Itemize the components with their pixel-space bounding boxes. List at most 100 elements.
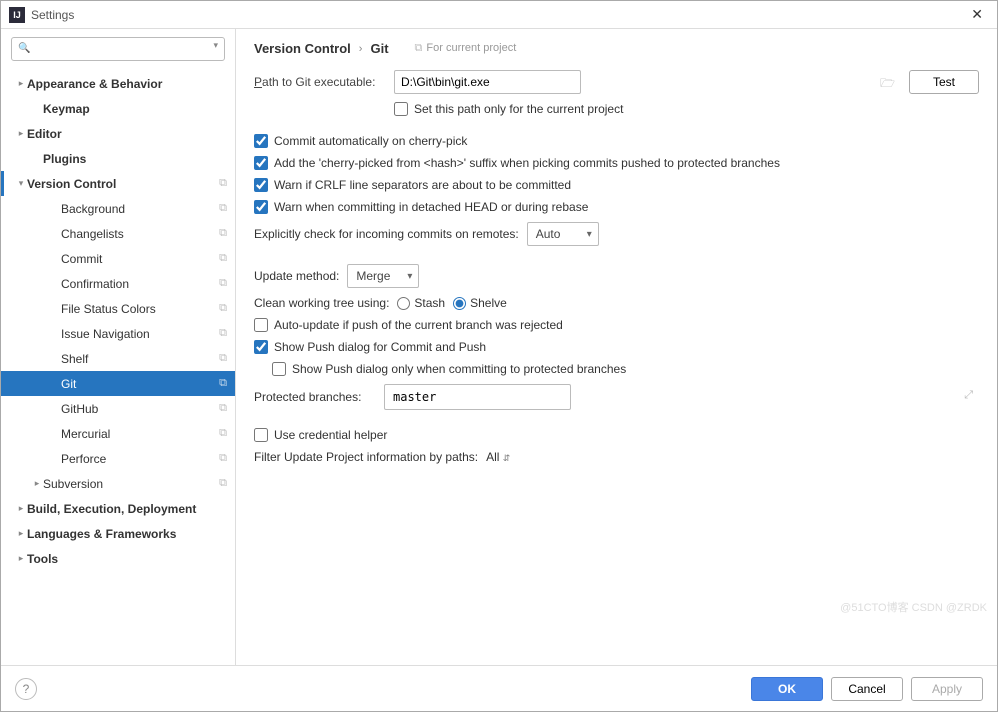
use-credential-checkbox[interactable]: Use credential helper <box>254 428 387 442</box>
sidebar-item-tools[interactable]: ▸Tools <box>1 546 235 571</box>
sidebar-item-label: Appearance & Behavior <box>27 77 227 91</box>
sidebar-item-appearance-behavior[interactable]: ▸Appearance & Behavior <box>1 71 235 96</box>
crumb-version-control[interactable]: Version Control <box>254 41 351 56</box>
sidebar-item-mercurial[interactable]: Mercurial⧉ <box>1 421 235 446</box>
app-icon: IJ <box>9 7 25 23</box>
close-icon[interactable]: ✕ <box>965 4 989 25</box>
sidebar-item-perforce[interactable]: Perforce⧉ <box>1 446 235 471</box>
sidebar-item-background[interactable]: Background⧉ <box>1 196 235 221</box>
copy-icon: ⧉ <box>219 402 227 415</box>
copy-icon: ⧉ <box>219 327 227 340</box>
sidebar-item-plugins[interactable]: Plugins <box>1 146 235 171</box>
copy-icon: ⧉ <box>219 227 227 240</box>
sidebar-item-confirmation[interactable]: Confirmation⧉ <box>1 271 235 296</box>
sidebar-item-label: Languages & Frameworks <box>27 527 227 541</box>
sidebar-item-build-execution-deployment[interactable]: ▸Build, Execution, Deployment <box>1 496 235 521</box>
sidebar: ▾ ▸Appearance & BehaviorKeymap▸EditorPlu… <box>1 29 236 665</box>
copy-icon: ⧉ <box>219 202 227 215</box>
explicit-check-select[interactable]: Auto <box>527 222 599 246</box>
copy-icon: ⧉ <box>219 377 227 390</box>
auto-update-checkbox[interactable]: Auto-update if push of the current branc… <box>254 318 563 332</box>
tree-arrow-icon: ▸ <box>15 128 27 139</box>
path-input-wrap: 🗁 <box>394 70 901 94</box>
sidebar-item-label: Subversion <box>43 477 219 491</box>
project-scope-hint: ⧉For current project <box>415 42 517 55</box>
sidebar-item-label: Shelf <box>61 352 219 366</box>
sidebar-item-label: Perforce <box>61 452 219 466</box>
test-button[interactable]: Test <box>909 70 979 94</box>
sidebar-item-label: Editor <box>27 127 227 141</box>
copy-icon: ⧉ <box>219 252 227 265</box>
git-path-input[interactable] <box>394 70 581 94</box>
sidebar-item-commit[interactable]: Commit⧉ <box>1 246 235 271</box>
sidebar-item-label: Git <box>61 377 219 391</box>
update-method-label: Update method: <box>254 269 339 283</box>
sidebar-item-label: Tools <box>27 552 227 566</box>
tree-arrow-icon: ▸ <box>15 503 27 514</box>
sidebar-item-github[interactable]: GitHub⧉ <box>1 396 235 421</box>
chevron-down-icon[interactable]: ▾ <box>213 40 218 51</box>
sidebar-item-subversion[interactable]: ▸Subversion⧉ <box>1 471 235 496</box>
sidebar-item-label: Version Control <box>27 177 219 191</box>
copy-icon: ⧉ <box>219 302 227 315</box>
path-label: Path to Git executable: <box>254 75 386 89</box>
help-button[interactable]: ? <box>15 678 37 700</box>
sidebar-item-label: Background <box>61 202 219 216</box>
commit-auto-checkbox[interactable]: Commit automatically on cherry-pick <box>254 134 467 148</box>
sidebar-item-label: Confirmation <box>61 277 219 291</box>
tree-arrow-icon: ▾ <box>15 178 27 189</box>
sidebar-item-label: Issue Navigation <box>61 327 219 341</box>
filter-value-dropdown[interactable]: All ⇵ <box>486 450 510 464</box>
footer: ? OK Cancel Apply <box>1 665 997 711</box>
tree-arrow-icon: ▸ <box>15 78 27 89</box>
shelve-radio[interactable]: Shelve <box>453 296 507 310</box>
sidebar-item-file-status-colors[interactable]: File Status Colors⧉ <box>1 296 235 321</box>
copy-icon: ⧉ <box>219 277 227 290</box>
stash-radio[interactable]: Stash <box>397 296 445 310</box>
copy-icon: ⧉ <box>219 452 227 465</box>
tree-arrow-icon: ▸ <box>15 528 27 539</box>
explicit-check-label: Explicitly check for incoming commits on… <box>254 227 519 241</box>
update-method-select[interactable]: Merge <box>347 264 419 288</box>
clean-tree-label: Clean working tree using: <box>254 296 389 310</box>
chevron-right-icon: › <box>359 43 363 55</box>
cancel-button[interactable]: Cancel <box>831 677 903 701</box>
breadcrumb: Version Control › Git ⧉For current proje… <box>254 41 979 56</box>
watermark: @51CTO博客 CSDN @ZRDK <box>840 599 987 615</box>
sidebar-item-keymap[interactable]: Keymap <box>1 96 235 121</box>
apply-button[interactable]: Apply <box>911 677 983 701</box>
set-path-only-checkbox[interactable]: Set this path only for the current proje… <box>394 102 623 116</box>
show-push-only-checkbox[interactable]: Show Push dialog only when committing to… <box>272 362 626 376</box>
folder-icon[interactable]: 🗁 <box>880 74 895 95</box>
show-push-checkbox[interactable]: Show Push dialog for Commit and Push <box>254 340 486 354</box>
sidebar-item-label: File Status Colors <box>61 302 219 316</box>
copy-icon: ⧉ <box>219 477 227 490</box>
sidebar-item-changelists[interactable]: Changelists⧉ <box>1 221 235 246</box>
expand-icon[interactable]: ⤢ <box>964 389 973 402</box>
ok-button[interactable]: OK <box>751 677 823 701</box>
sidebar-item-shelf[interactable]: Shelf⧉ <box>1 346 235 371</box>
search-input[interactable]: ▾ <box>11 37 225 61</box>
window-title: Settings <box>31 8 965 22</box>
filter-label: Filter Update Project information by pat… <box>254 450 478 464</box>
copy-icon: ⧉ <box>415 42 423 54</box>
protected-branches-input[interactable] <box>384 384 571 410</box>
sidebar-item-git[interactable]: Git⧉ <box>1 371 235 396</box>
copy-icon: ⧉ <box>219 427 227 440</box>
sidebar-item-label: Mercurial <box>61 427 219 441</box>
titlebar: IJ Settings ✕ <box>1 1 997 29</box>
sidebar-item-languages-frameworks[interactable]: ▸Languages & Frameworks <box>1 521 235 546</box>
sidebar-item-label: Keymap <box>43 102 227 116</box>
warn-crlf-checkbox[interactable]: Warn if CRLF line separators are about t… <box>254 178 571 192</box>
content-area: ▾ ▸Appearance & BehaviorKeymap▸EditorPlu… <box>1 29 997 665</box>
settings-window: IJ Settings ✕ ▾ ▸Appearance & BehaviorKe… <box>0 0 998 712</box>
warn-detached-checkbox[interactable]: Warn when committing in detached HEAD or… <box>254 200 588 214</box>
main-panel: Version Control › Git ⧉For current proje… <box>236 29 997 665</box>
sidebar-item-issue-navigation[interactable]: Issue Navigation⧉ <box>1 321 235 346</box>
sidebar-item-label: GitHub <box>61 402 219 416</box>
sidebar-item-label: Commit <box>61 252 219 266</box>
crumb-git: Git <box>370 41 388 56</box>
sidebar-item-version-control[interactable]: ▾Version Control⧉ <box>1 171 235 196</box>
add-suffix-checkbox[interactable]: Add the 'cherry-picked from <hash>' suff… <box>254 156 780 170</box>
sidebar-item-editor[interactable]: ▸Editor <box>1 121 235 146</box>
